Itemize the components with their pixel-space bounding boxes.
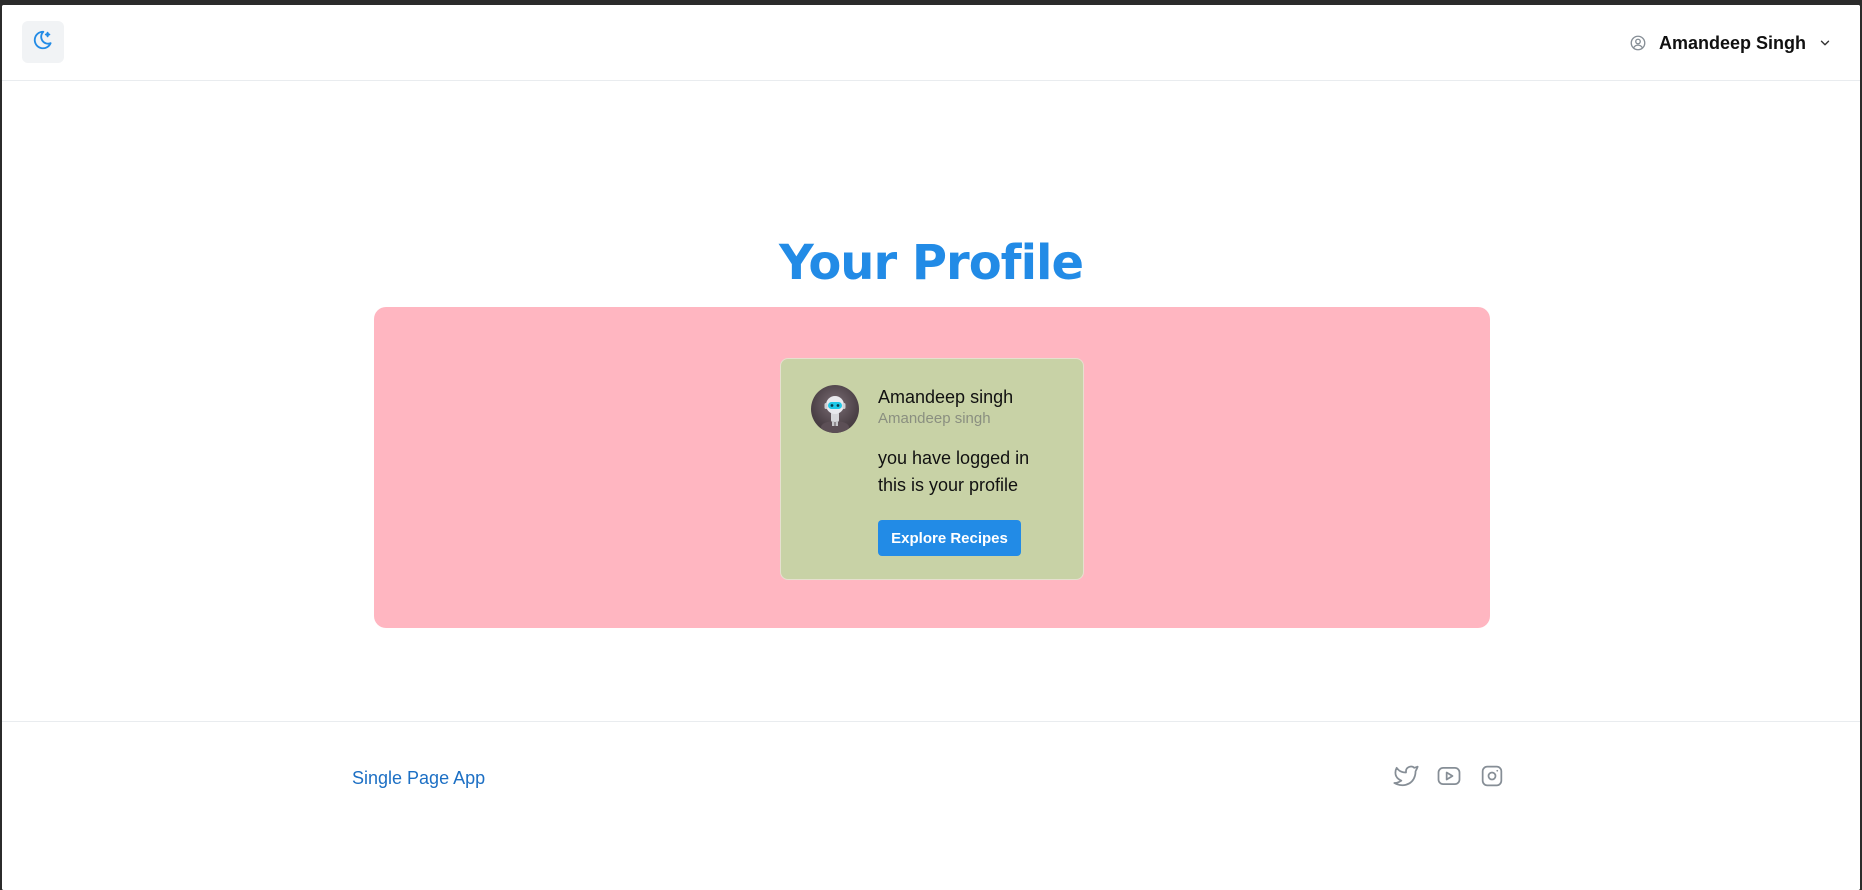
user-circle-icon — [1629, 34, 1647, 52]
chevron-down-icon — [1818, 36, 1832, 50]
youtube-icon[interactable] — [1433, 760, 1465, 792]
twitter-icon[interactable] — [1390, 760, 1422, 792]
profile-message: you have logged in this is your profile — [878, 448, 1030, 495]
profile-name: Amandeep singh — [878, 387, 1014, 407]
user-menu-button[interactable]: Amandeep Singh — [1629, 29, 1832, 57]
top-header: Amandeep Singh — [2, 5, 1860, 81]
instagram-icon[interactable] — [1476, 760, 1508, 792]
moon-icon — [32, 29, 54, 56]
profile-card: Amandeep singh Amandeep singh you have l… — [780, 358, 1084, 580]
theme-toggle-button[interactable] — [22, 21, 64, 63]
page-title: Your Profile — [778, 235, 1084, 291]
profile-card-text: Amandeep singh Amandeep singh you have l… — [878, 385, 1048, 499]
app-window: Amandeep Singh Your Profile Amandeep sin… — [2, 5, 1860, 890]
explore-recipes-button[interactable]: Explore Recipes — [878, 520, 1021, 556]
profile-username: Amandeep singh — [878, 410, 991, 427]
avatar — [811, 385, 859, 433]
footer: Single Page App — [2, 721, 1860, 890]
user-name: Amandeep Singh — [1658, 32, 1806, 53]
footer-brand-link[interactable]: Single Page App — [352, 768, 485, 789]
